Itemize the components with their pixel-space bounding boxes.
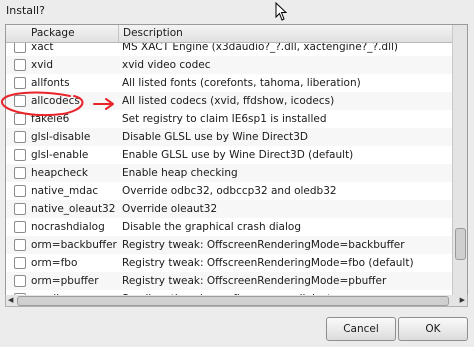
package-name: fakeie6 <box>31 113 70 125</box>
package-description: xvid video codec <box>122 59 211 71</box>
package-checkbox[interactable] <box>14 221 26 233</box>
package-description: All listed codecs (xvid, ffdshow, icodec… <box>122 95 335 107</box>
package-checkbox[interactable] <box>14 59 26 71</box>
package-name: xact <box>31 43 54 53</box>
list-item[interactable]: glsl-disable Disable GLSL use by Wine Dir… <box>6 128 452 146</box>
package-description: Enable GLSL use by Wine Direct3D (defaul… <box>122 149 354 161</box>
package-checkbox[interactable] <box>14 43 26 53</box>
cancel-button-label: Cancel <box>343 323 379 335</box>
package-checkbox[interactable] <box>14 275 26 287</box>
package-name: native_mdac <box>31 185 99 197</box>
package-name: orm=backbuffer <box>31 239 117 251</box>
horizontal-scrollbar[interactable]: ◀ ▶ <box>5 295 468 307</box>
package-list[interactable]: Package Description xact MS XACT Engine (… <box>5 24 468 297</box>
list-item[interactable]: xvid xvid video codec <box>6 56 452 74</box>
vertical-scroll-thumb[interactable] <box>455 228 466 260</box>
scroll-left-icon[interactable]: ◀ <box>8 296 13 304</box>
package-name: glsl-disable <box>31 131 91 143</box>
ok-button-label: OK <box>425 323 441 335</box>
list-item[interactable]: glsl-enable Enable GLSL use by Wine Direc… <box>6 146 452 164</box>
mouse-cursor-icon <box>275 2 288 21</box>
package-name: orm=fbo <box>31 257 78 269</box>
list-item[interactable]: native_mdac Override odbc32, odbccp32 and… <box>6 182 452 200</box>
package-description: Override odbc32, odbccp32 and oledb32 <box>122 185 337 197</box>
package-checkbox[interactable] <box>14 239 26 251</box>
package-description: Override oleaut32 <box>122 203 218 215</box>
cancel-button[interactable]: Cancel <box>326 317 396 341</box>
package-description: Enable heap checking <box>122 167 238 179</box>
package-description: Registry tweak: OffscreenRenderingMode=f… <box>122 257 414 269</box>
package-name: allfonts <box>31 77 70 89</box>
package-name: orm=pbuffer <box>31 275 99 287</box>
list-item[interactable]: orm=backbuffer Registry tweak: OffscreenR… <box>6 236 452 254</box>
dialog-title: Install? <box>6 4 45 17</box>
package-name: xvid <box>31 59 54 71</box>
package-checkbox[interactable] <box>14 203 26 215</box>
package-checkbox[interactable] <box>14 113 26 125</box>
package-name: glsl-enable <box>31 149 89 161</box>
ok-button[interactable]: OK <box>398 317 468 341</box>
package-description: Registry tweak: OffscreenRenderingMode=b… <box>122 239 405 251</box>
list-item[interactable]: orm=pbuffer Registry tweak: OffscreenRend… <box>6 272 452 290</box>
list-item[interactable]: nocrashdialog Disable the graphical crash… <box>6 218 452 236</box>
list-item[interactable]: allfonts All listed fonts (corefonts, tah… <box>6 74 452 92</box>
package-description: Set registry to claim IE6sp1 is installe… <box>122 113 327 125</box>
package-checkbox[interactable] <box>14 149 26 161</box>
package-checkbox[interactable] <box>14 257 26 269</box>
package-checkbox[interactable] <box>14 77 26 89</box>
list-header: Package Description <box>6 25 452 43</box>
package-checkbox[interactable] <box>14 185 26 197</box>
list-item[interactable]: orm=fbo Registry tweak: OffscreenRenderin… <box>6 254 452 272</box>
list-item[interactable]: fakeie6 Set registry to claim IE6sp1 is i… <box>6 110 452 128</box>
vertical-scrollbar[interactable] <box>452 25 467 296</box>
scroll-right-icon[interactable]: ▶ <box>460 296 465 304</box>
list-item[interactable]: allcodecs All listed codecs (xvid, ffdsho… <box>6 92 452 110</box>
package-description: Disable GLSL use by Wine Direct3D <box>122 131 308 143</box>
package-checkbox[interactable] <box>14 95 26 107</box>
package-name: native_oleaut32 <box>31 203 116 215</box>
package-name: allcodecs <box>31 95 80 107</box>
package-description: Disable the graphical crash dialog <box>122 221 301 233</box>
list-item[interactable]: xact MS XACT Engine (x3daudio?_?.dll, xac… <box>6 43 452 56</box>
list-item[interactable]: native_oleaut32 Override oleaut32 <box>6 200 452 218</box>
package-checkbox[interactable] <box>14 167 26 179</box>
list-item[interactable]: heapcheck Enable heap checking <box>6 164 452 182</box>
column-header-description[interactable]: Description <box>123 25 183 42</box>
horizontal-scroll-thumb[interactable] <box>17 296 449 306</box>
column-header-package[interactable]: Package <box>31 25 119 42</box>
package-description: MS XACT Engine (x3daudio?_?.dll, xacteng… <box>122 43 398 53</box>
package-checkbox[interactable] <box>14 131 26 143</box>
package-name: heapcheck <box>31 167 88 179</box>
package-description: Registry tweak: OffscreenRenderingMode=p… <box>122 275 387 287</box>
package-description: All listed fonts (corefonts, tahoma, lib… <box>122 77 361 89</box>
package-name: nocrashdialog <box>31 221 105 233</box>
